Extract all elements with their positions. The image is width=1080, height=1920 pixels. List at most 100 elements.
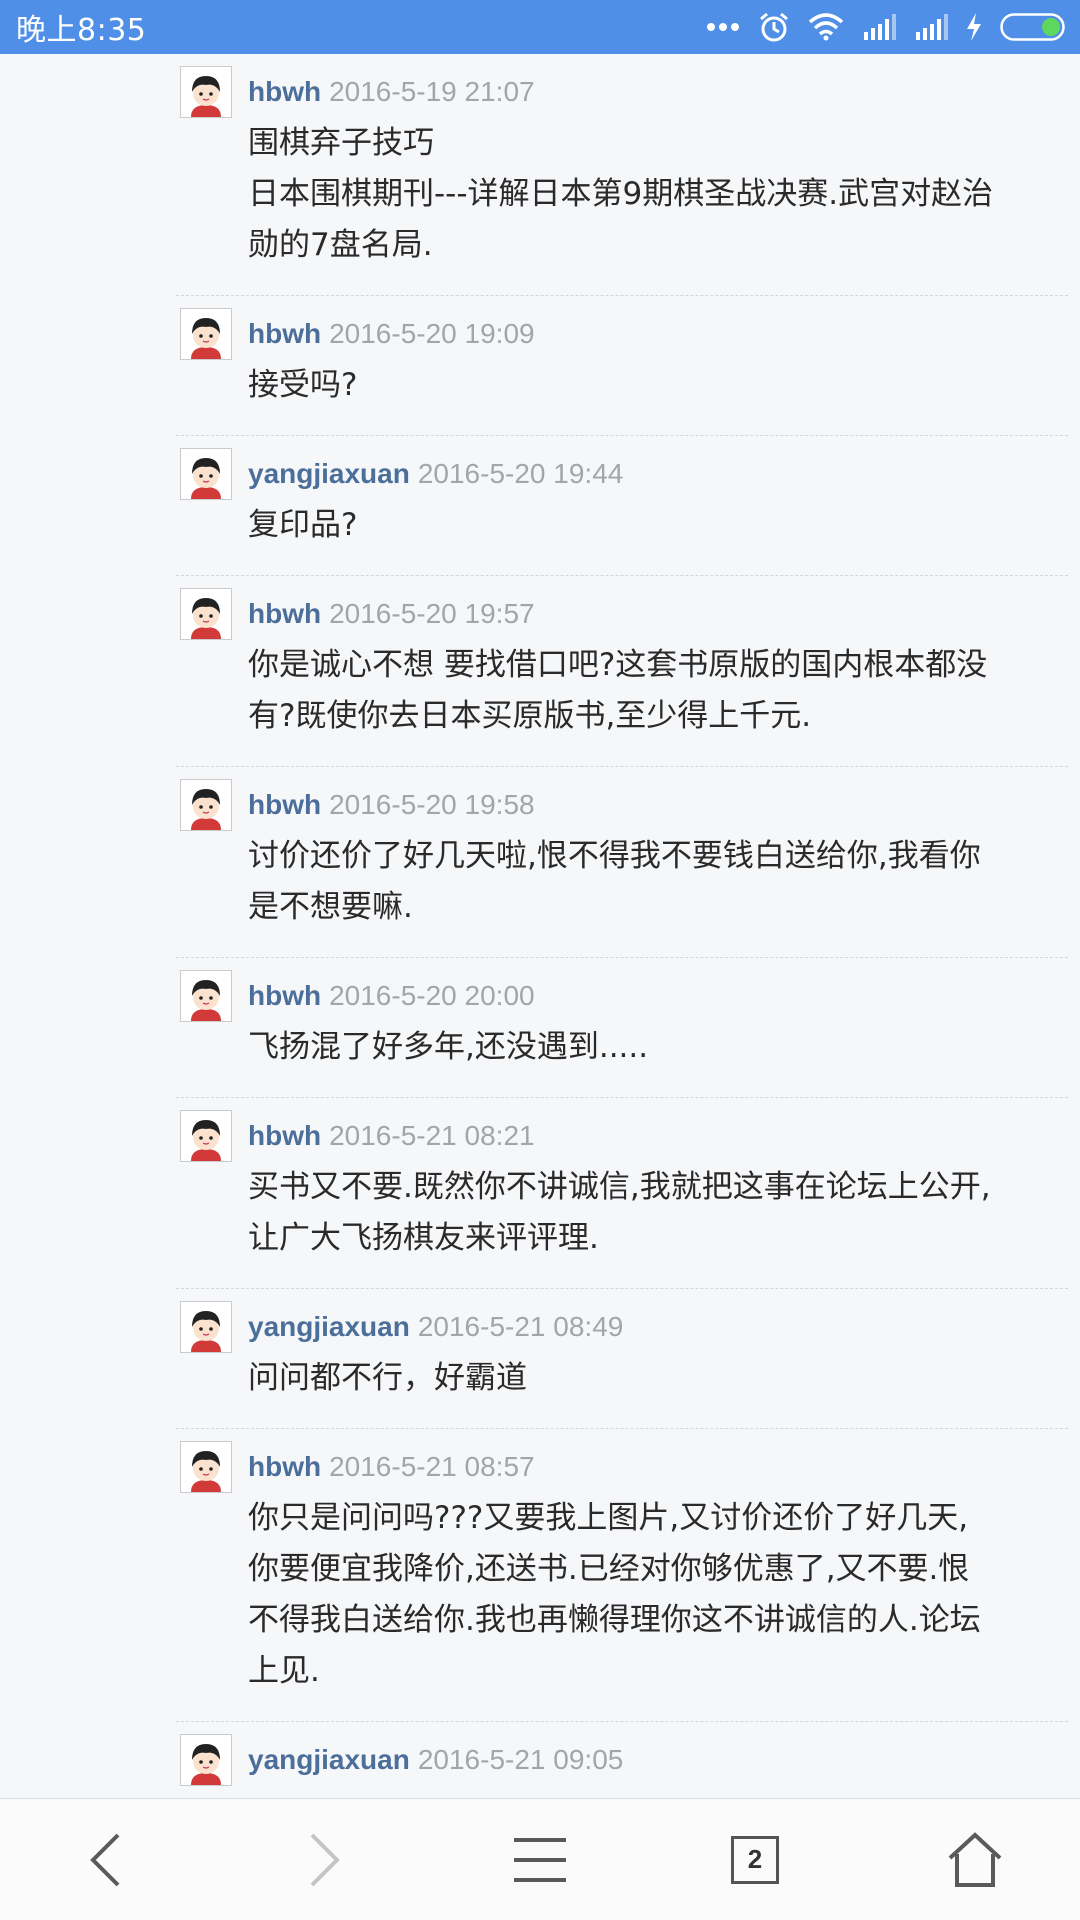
avatar[interactable] — [180, 1301, 232, 1353]
status-icons — [706, 11, 1066, 43]
tabs-icon: 2 — [731, 1835, 779, 1884]
wifi-icon — [808, 13, 844, 41]
post-timestamp: 2016-5-20 19:09 — [329, 318, 535, 349]
forward-arrow-icon — [310, 1833, 340, 1886]
message-list[interactable]: hbwh 2016-5-19 21:07 围棋弃子技巧日本围棋期刊---详解日本第9… — [0, 54, 1080, 1799]
post-text-line: 你只是问问吗???又要我上图片,又讨价还价了好几天, — [248, 1500, 969, 1536]
post-timestamp: 2016-5-21 09:05 — [417, 1744, 624, 1775]
post-username[interactable]: hbwh — [248, 318, 321, 349]
post-meta: hbwh 2016-5-21 08:57 — [248, 1441, 1068, 1493]
post-username[interactable]: hbwh — [248, 980, 321, 1011]
charging-icon — [967, 13, 981, 41]
post-meta: hbwh 2016-5-20 19:58 — [248, 779, 1068, 831]
user-avatar-icon — [181, 1442, 231, 1492]
post-item: hbwh 2016-5-20 19:09 接受吗? — [176, 296, 1068, 436]
forward-button[interactable] — [290, 1799, 360, 1920]
post-meta: yangjiaxuan 2016-5-21 09:05 — [248, 1734, 1068, 1786]
post-meta: hbwh 2016-5-19 21:07 — [248, 66, 1068, 118]
user-avatar-icon — [181, 971, 231, 1021]
post-item: hbwh 2016-5-20 19:57 你是诚心不想 要找借口吧?这套书原版的国内… — [176, 576, 1068, 767]
post-content: 买书又不要.既然你不讲诚信,我就把这事在论坛上公开, 让广大飞扬棋友来评评理. — [248, 1162, 1068, 1264]
avatar[interactable] — [180, 1441, 232, 1493]
post-text-line: 上见. — [248, 1653, 320, 1689]
post-item: yangjiaxuan 2016-5-21 08:49 问问都不行，好霸道 — [176, 1289, 1068, 1429]
tab-count: 2 — [747, 1844, 763, 1874]
post-item: hbwh 2016-5-20 19:58 讨价还价了好几天啦,恨不得我不要钱白送给你… — [176, 767, 1068, 958]
post-timestamp: 2016-5-20 20:00 — [329, 980, 535, 1011]
user-avatar-icon — [181, 1302, 231, 1352]
post-username[interactable]: yangjiaxuan — [248, 458, 410, 489]
post-text-line: 复印品? — [248, 507, 358, 543]
user-avatar-icon — [181, 449, 231, 499]
avatar[interactable] — [180, 308, 232, 360]
post-text-line: 勋的7盘名局. — [248, 227, 433, 263]
post-timestamp: 2016-5-21 08:21 — [329, 1120, 535, 1151]
post-item: yangjiaxuan 2016-5-20 19:44 复印品? — [176, 436, 1068, 576]
alarm-icon — [760, 12, 788, 42]
post-content: 接受吗? — [248, 360, 1068, 411]
user-avatar-icon — [181, 67, 231, 117]
post-item: hbwh 2016-5-21 08:57 你只是问问吗???又要我上图片,又讨价还价… — [176, 1429, 1068, 1722]
post-timestamp: 2016-5-19 21:07 — [329, 76, 535, 107]
more-dots-icon — [707, 23, 739, 31]
post-text-line: 围棋弃子技巧 — [248, 125, 434, 161]
post-item: hbwh 2016-5-19 21:07 围棋弃子技巧日本围棋期刊---详解日本第9… — [176, 54, 1068, 296]
signal-icon — [864, 14, 896, 40]
user-avatar-icon — [181, 589, 231, 639]
post-timestamp: 2016-5-21 08:57 — [329, 1451, 535, 1482]
post-meta: hbwh 2016-5-20 19:09 — [248, 308, 1068, 360]
post-text-line: 你是诚心不想 要找借口吧?这套书原版的国内根本都没 — [248, 647, 988, 683]
post-timestamp: 2016-5-20 19:44 — [417, 458, 624, 489]
post-text-line: 不得我白送给你.我也再懒得理你这不讲诚信的人.论坛 — [248, 1602, 981, 1638]
post-username[interactable]: yangjiaxuan — [248, 1311, 410, 1342]
status-bar: 晚上8:35 — [0, 0, 1080, 54]
post-timestamp: 2016-5-20 19:58 — [329, 789, 535, 820]
user-avatar-icon — [181, 1735, 231, 1785]
tabs-button[interactable]: 2 — [720, 1799, 790, 1920]
post-content: 你是诚心不想 要找借口吧?这套书原版的国内根本都没 有?既使你去日本买原版书,至少… — [248, 640, 1068, 742]
signal-icon — [916, 14, 948, 40]
post-meta: hbwh 2016-5-20 19:57 — [248, 588, 1068, 640]
post-meta: yangjiaxuan 2016-5-21 08:49 — [248, 1301, 1068, 1353]
post-text-line: 问问都不行，好霸道 — [248, 1360, 527, 1396]
post-username[interactable]: hbwh — [248, 598, 321, 629]
avatar[interactable] — [180, 970, 232, 1022]
post-text-line: 飞扬混了好多年,还没遇到..... — [248, 1029, 649, 1065]
post-content: 问问都不行，好霸道 — [248, 1353, 1068, 1404]
post-item: hbwh 2016-5-21 08:21 买书又不要.既然你不讲诚信,我就把这事在论… — [176, 1098, 1068, 1289]
post-text-line: 是不想要嘛. — [248, 889, 413, 925]
avatar[interactable] — [180, 1110, 232, 1162]
avatar[interactable] — [180, 1734, 232, 1786]
post-username[interactable]: hbwh — [248, 1451, 321, 1482]
post-item: hbwh 2016-5-20 20:00 飞扬混了好多年,还没遇到..... — [176, 958, 1068, 1098]
post-item: yangjiaxuan 2016-5-21 09:05 — [176, 1722, 1068, 1799]
menu-icon — [514, 1837, 566, 1882]
post-username[interactable]: hbwh — [248, 1120, 321, 1151]
user-avatar-icon — [181, 309, 231, 359]
post-text-line: 日本围棋期刊---详解日本第9期棋圣战决赛.武宫对赵治 — [248, 176, 994, 212]
post-content: 你只是问问吗???又要我上图片,又讨价还价了好几天, 你要便宜我降价,还送书.已经… — [248, 1493, 1068, 1697]
post-text-line: 让广大飞扬棋友来评评理. — [248, 1220, 599, 1256]
post-meta: yangjiaxuan 2016-5-20 19:44 — [248, 448, 1068, 500]
back-arrow-icon — [90, 1833, 120, 1886]
post-timestamp: 2016-5-21 08:49 — [417, 1311, 624, 1342]
post-text-line: 讨价还价了好几天啦,恨不得我不要钱白送给你,我看你 — [248, 838, 981, 874]
post-username[interactable]: hbwh — [248, 789, 321, 820]
post-content: 讨价还价了好几天啦,恨不得我不要钱白送给你,我看你 是不想要嘛. — [248, 831, 1068, 933]
post-content: 复印品? — [248, 500, 1068, 551]
avatar[interactable] — [180, 448, 232, 500]
post-text-line: 接受吗? — [248, 367, 358, 403]
avatar[interactable] — [180, 588, 232, 640]
user-avatar-icon — [181, 780, 231, 830]
avatar[interactable] — [180, 779, 232, 831]
back-button[interactable] — [70, 1799, 140, 1920]
post-content: 围棋弃子技巧日本围棋期刊---详解日本第9期棋圣战决赛.武宫对赵治 勋的7盘名局. — [248, 118, 1068, 271]
menu-button[interactable] — [505, 1799, 575, 1920]
status-time: 晚上8:35 — [16, 13, 147, 48]
home-button[interactable] — [940, 1799, 1010, 1920]
post-timestamp: 2016-5-20 19:57 — [329, 598, 535, 629]
avatar[interactable] — [180, 66, 232, 118]
battery-icon — [1000, 13, 1065, 41]
post-username[interactable]: hbwh — [248, 76, 321, 107]
post-username[interactable]: yangjiaxuan — [248, 1744, 410, 1775]
